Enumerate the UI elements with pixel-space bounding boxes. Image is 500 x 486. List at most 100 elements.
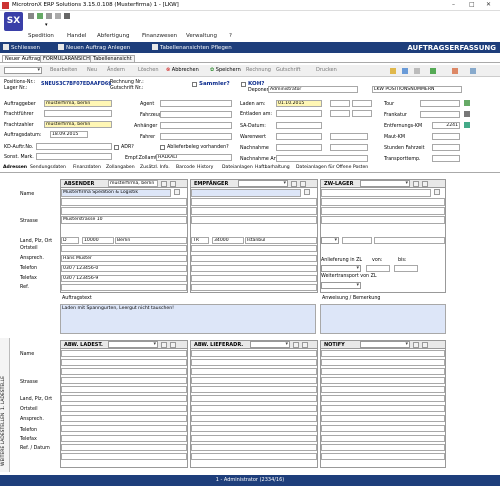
warenwert-currency[interactable]	[330, 133, 368, 140]
tab-dateianlagen[interactable]: Dateianlagen	[222, 165, 253, 170]
lower-field-2-5[interactable]	[321, 395, 445, 402]
abw-lieferadr-select[interactable]	[250, 341, 290, 348]
zw-lager-name3-field[interactable]	[321, 207, 445, 215]
tab-form-view[interactable]: FORMULARANSICHT	[40, 55, 96, 62]
lower-field-2-2[interactable]	[321, 368, 445, 375]
empfaenger-strasse-field[interactable]	[191, 216, 317, 224]
lower-field-2-4[interactable]	[321, 386, 445, 393]
absender-search-icon[interactable]	[174, 189, 180, 195]
tab-sendungsdaten[interactable]: Sendungsdaten	[30, 165, 66, 170]
zw-lager-name2-field[interactable]	[321, 198, 445, 206]
entladen-time-to[interactable]	[352, 110, 372, 117]
menu-spedition[interactable]: Spedition	[28, 33, 54, 39]
empfaenger-name-field[interactable]	[191, 189, 301, 197]
tour-add-icon[interactable]	[464, 100, 470, 106]
absender-ort-field[interactable]: Berlin	[115, 237, 187, 244]
zw-lager-new-icon[interactable]	[413, 181, 419, 187]
lower-field-0-7[interactable]	[61, 415, 187, 422]
frankatur-field[interactable]	[420, 111, 460, 118]
frankatur-lookup-icon[interactable]	[464, 111, 470, 117]
lower-field-2-0[interactable]	[321, 350, 445, 357]
close-window-button[interactable]: ✕	[486, 1, 491, 8]
fahrer-field[interactable]	[160, 133, 232, 140]
lower-field-2-7[interactable]	[321, 415, 445, 422]
lower-field-0-10[interactable]	[61, 444, 187, 451]
laden-time-to[interactable]	[352, 100, 372, 107]
tab-zusatz-info[interactable]: Zusätzl. Info.	[140, 165, 170, 170]
empfaenger-new-icon[interactable]	[291, 181, 297, 187]
entladen-time-from[interactable]	[330, 110, 350, 117]
tab-barcode[interactable]: Barcode	[176, 165, 195, 170]
empfaenger-name2-field[interactable]	[191, 198, 317, 206]
lower-field-1-6[interactable]	[191, 405, 317, 412]
lower-field-0-4[interactable]	[61, 386, 187, 393]
lower-field-2-10[interactable]	[321, 444, 445, 451]
dropdown-icon[interactable]	[64, 13, 70, 19]
empfaenger-name3-field[interactable]	[191, 207, 317, 215]
edit-button[interactable]: Bearbeiten	[50, 67, 77, 73]
warenwert-field[interactable]	[276, 133, 322, 140]
anlieferung-bis[interactable]	[394, 265, 418, 272]
absender-strasse-field[interactable]: Musterstrasse 10	[61, 216, 187, 224]
stunden-field[interactable]	[432, 144, 460, 151]
menu-finanzwesen[interactable]: Finanzwesen	[142, 33, 177, 39]
absender-telefon-field[interactable]: 030 / 123456-0	[61, 265, 187, 272]
menu-help[interactable]: ?	[229, 33, 232, 39]
adr-checkbox[interactable]	[114, 145, 119, 150]
absender-land-select[interactable]: D	[61, 237, 79, 244]
abw-lieferadr-edit-icon[interactable]	[302, 342, 308, 348]
empfaenger-select[interactable]	[238, 180, 288, 187]
absender-new-icon[interactable]	[161, 181, 167, 187]
tab-zollangaben[interactable]: Zollangaben	[106, 165, 135, 170]
transport-field[interactable]	[432, 155, 460, 162]
tab-adressen[interactable]: Adressen	[3, 165, 27, 170]
notify-select[interactable]	[360, 341, 410, 348]
empfaenger-plz-field[interactable]: 34000	[212, 237, 244, 244]
absender-name3-field[interactable]	[61, 207, 187, 215]
empfaenger-land-select[interactable]: TR	[191, 237, 209, 244]
lower-field-1-4[interactable]	[191, 386, 317, 393]
absender-name2-field[interactable]	[61, 198, 187, 206]
empfaenger-ort-field[interactable]: Istanbul	[245, 237, 317, 244]
zw-lager-strasse-field[interactable]	[321, 216, 445, 224]
zw-lager-search-icon[interactable]	[434, 189, 440, 195]
zw-lager-select[interactable]	[360, 180, 410, 187]
abw-ladest-select[interactable]	[108, 341, 158, 348]
menu-handel[interactable]: Handel	[67, 33, 86, 39]
abw-lieferadr-new-icon[interactable]	[293, 342, 299, 348]
lower-field-1-8[interactable]	[191, 425, 317, 432]
invoice-button[interactable]: Rechnung	[246, 67, 271, 73]
auftraggeber-field[interactable]: musterfirma, berlin	[44, 100, 112, 107]
empfaenger-ortsteil-field[interactable]	[191, 245, 317, 252]
lower-field-0-5[interactable]	[61, 395, 187, 402]
sammler-checkbox[interactable]	[192, 82, 197, 87]
lower-field-1-7[interactable]	[191, 415, 317, 422]
agent-field[interactable]	[160, 100, 232, 107]
auftragsdatum-field[interactable]: 18.09.2015	[50, 131, 88, 138]
frachtzahler-field[interactable]: musterfirma, berlin	[44, 121, 112, 128]
lower-field-1-11[interactable]	[191, 453, 317, 460]
kd-field[interactable]	[36, 143, 112, 150]
tab-dateianlagen-op[interactable]: Dateianlagen für Offene Posten	[296, 165, 368, 170]
notify-new-icon[interactable]	[413, 342, 419, 348]
absender-plz-field[interactable]: 10000	[82, 237, 114, 244]
quickbar-chevron-icon[interactable]: ▾	[45, 22, 48, 28]
empfaenger-ansprech-field[interactable]	[191, 255, 317, 262]
lower-field-2-1[interactable]	[321, 359, 445, 366]
print-button[interactable]: Drucken	[316, 67, 337, 73]
frachtfuehrer-field[interactable]	[44, 110, 112, 117]
maximize-button[interactable]: □	[469, 1, 475, 8]
anlieferung-date[interactable]	[321, 265, 361, 272]
anlieferung-von[interactable]	[366, 265, 390, 272]
vtab-weitere-ladestellen[interactable]: WEITERE LADESTELLEN	[1, 413, 6, 466]
change-button[interactable]: Ändern	[107, 67, 125, 73]
folder-icon[interactable]	[390, 68, 396, 74]
save-icon[interactable]	[28, 13, 34, 19]
tab-table-view[interactable]: Tabellenansicht	[90, 55, 135, 62]
nachnahme-currency[interactable]	[330, 144, 368, 151]
lower-field-0-9[interactable]	[61, 435, 187, 442]
lower-field-2-9[interactable]	[321, 435, 445, 442]
koh-checkbox[interactable]	[241, 82, 246, 87]
lower-field-2-8[interactable]	[321, 425, 445, 432]
absender-edit-icon[interactable]	[170, 181, 176, 187]
